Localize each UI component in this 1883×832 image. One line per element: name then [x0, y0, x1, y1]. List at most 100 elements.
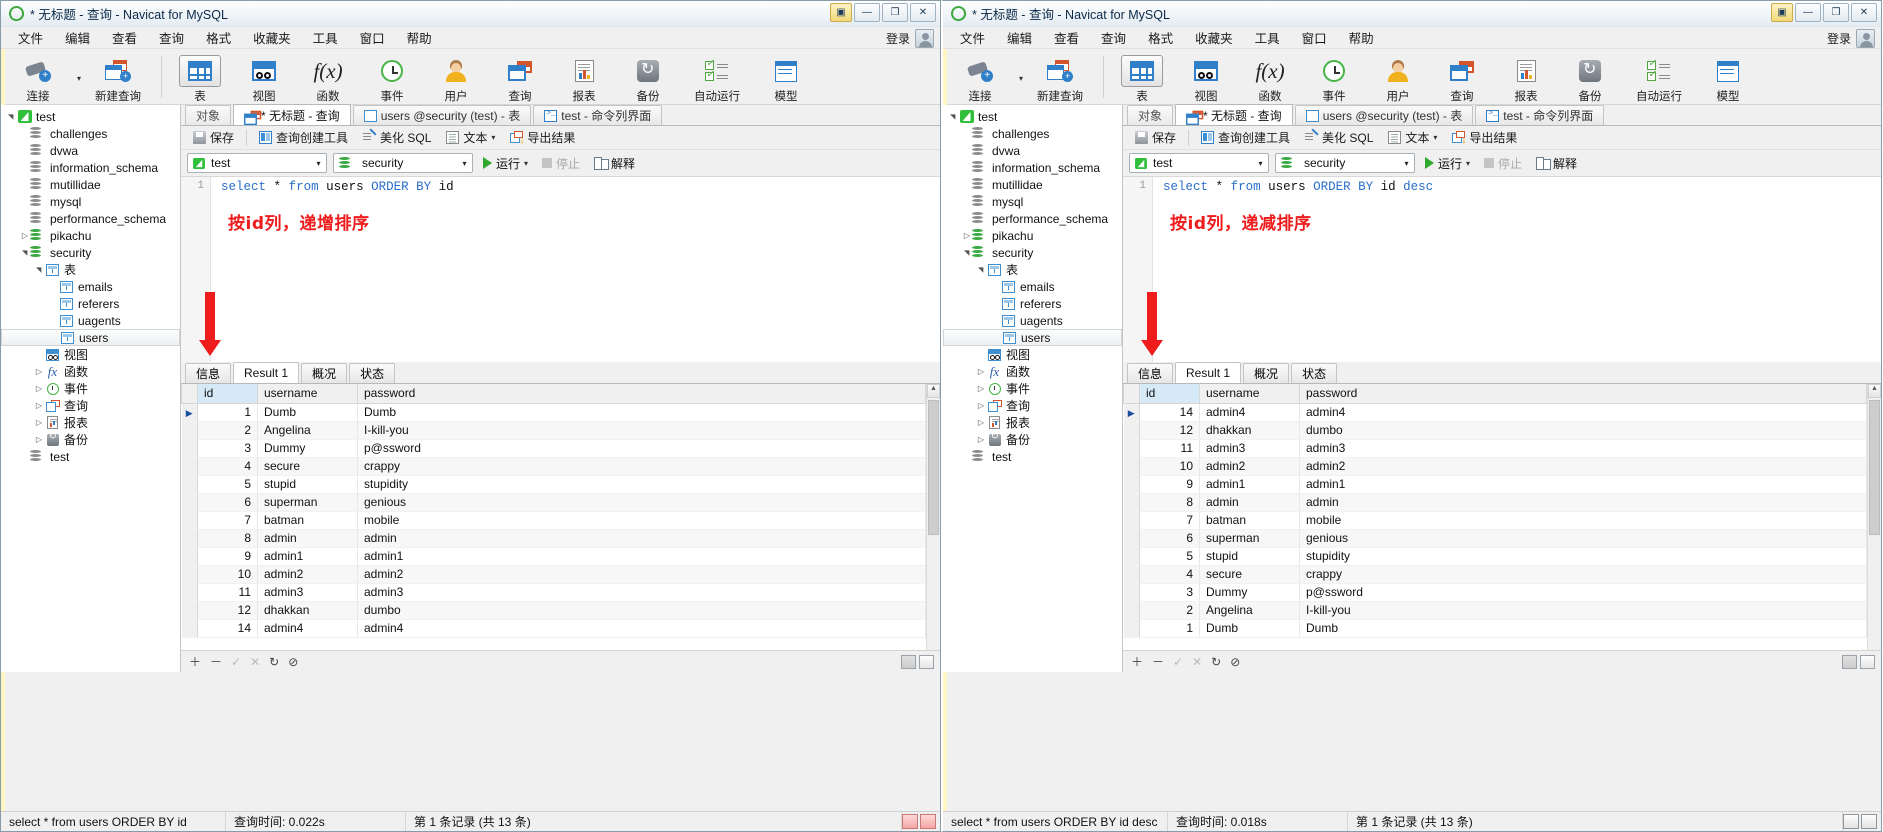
- chevron-down-icon[interactable]: ▾: [491, 133, 495, 142]
- cell-id[interactable]: 12: [1139, 421, 1200, 440]
- toolbar-model-button[interactable]: 模型: [1696, 52, 1760, 104]
- cell-password[interactable]: I-kill-you: [1299, 601, 1867, 620]
- query-builder-button[interactable]: 查询创建工具: [253, 127, 354, 148]
- cell-id[interactable]: 1: [197, 403, 258, 422]
- cell-password[interactable]: mobile: [1299, 511, 1867, 530]
- cell-username[interactable]: Angelina: [1199, 601, 1300, 620]
- result-tab-profile[interactable]: 概况: [301, 363, 348, 383]
- grid-header-password[interactable]: password: [1299, 384, 1867, 404]
- sidebar-item-information_schema[interactable]: information_schema: [943, 159, 1122, 176]
- tab-object[interactable]: 对象: [1127, 105, 1174, 125]
- table-row[interactable]: 6 superman genious: [181, 493, 926, 512]
- expander-closed-icon[interactable]: [33, 435, 45, 444]
- vertical-scrollbar[interactable]: ▲: [926, 384, 940, 650]
- sidebar-item-challenges[interactable]: challenges: [943, 125, 1122, 142]
- cell-username[interactable]: admin2: [1199, 457, 1300, 476]
- export-result-button[interactable]: ↓ 导出结果: [1446, 127, 1523, 148]
- result-tab-result1[interactable]: Result 1: [1175, 362, 1242, 383]
- navigation-sidebar[interactable]: test challenges dvwa information_schemamuti…: [1, 105, 181, 672]
- cell-username[interactable]: Dumb: [1199, 619, 1300, 638]
- sidebar-item-mysql[interactable]: mysql: [943, 193, 1122, 210]
- menu-item-format[interactable]: 格式: [195, 26, 242, 49]
- sidebar-item-[interactable]: 备份: [1, 431, 180, 448]
- scrollbar-thumb[interactable]: [928, 400, 939, 535]
- result-grid-right[interactable]: id username password ▶ 14 admin4 admin4 12 dhakk…: [1123, 384, 1867, 638]
- result-tab-status[interactable]: 状态: [1291, 363, 1338, 383]
- cell-password[interactable]: mobile: [357, 511, 926, 530]
- sql-editor-left[interactable]: 1 select * from users ORDER BY id 按id列，递…: [181, 176, 940, 362]
- menu-item-favorites[interactable]: 收藏夹: [242, 26, 302, 49]
- sidebar-item-[interactable]: 表: [943, 261, 1122, 278]
- menu-item-query[interactable]: 查询: [148, 26, 195, 49]
- toolbar-backup-button[interactable]: 备份: [616, 52, 680, 104]
- result-grid-wrapper[interactable]: id username password ▶ 1 Dumb Dumb 2 Angelina I-k…: [181, 384, 940, 650]
- export-result-button[interactable]: ↓ 导出结果: [504, 127, 581, 148]
- tab-object[interactable]: 对象: [185, 105, 232, 125]
- chevron-down-icon[interactable]: ▾: [457, 154, 472, 172]
- cell-username[interactable]: admin4: [257, 619, 358, 638]
- form-view-button[interactable]: [919, 654, 934, 669]
- cell-id[interactable]: 4: [1139, 565, 1200, 584]
- cell-password[interactable]: genious: [357, 493, 926, 512]
- menu-item-edit[interactable]: 编辑: [54, 26, 101, 49]
- result-grid-left[interactable]: id username password ▶ 1 Dumb Dumb 2 Angelina I-k…: [181, 384, 926, 638]
- result-tab-info[interactable]: 信息: [1127, 363, 1174, 383]
- form-view-button[interactable]: [1860, 654, 1875, 669]
- table-row[interactable]: 10 admin2 admin2: [181, 565, 926, 584]
- cell-password[interactable]: admin3: [1299, 439, 1867, 458]
- connection-select[interactable]: test ▾: [1129, 153, 1269, 173]
- sidebar-item-challenges[interactable]: challenges: [1, 125, 180, 142]
- cell-id[interactable]: 10: [197, 565, 258, 584]
- sidebar-item-mysql[interactable]: mysql: [1, 193, 180, 210]
- cell-id[interactable]: 12: [197, 601, 258, 620]
- expander-open-icon[interactable]: [947, 112, 959, 121]
- sidebar-item-[interactable]: 视图: [1, 346, 180, 363]
- sidebar-item-referers[interactable]: referers: [1, 295, 180, 312]
- toolbar-model-button[interactable]: 模型: [754, 52, 818, 104]
- menu-item-favorites[interactable]: 收藏夹: [1184, 26, 1244, 49]
- cell-username[interactable]: admin3: [1199, 439, 1300, 458]
- sql-code[interactable]: select * from users ORDER BY id desc: [1163, 180, 1433, 194]
- result-grid-wrapper[interactable]: id username password ▶ 14 admin4 admin4 12 dhakk…: [1123, 384, 1881, 650]
- cell-username[interactable]: Angelina: [257, 421, 358, 440]
- cell-password[interactable]: admin1: [357, 547, 926, 566]
- avatar[interactable]: [915, 28, 934, 48]
- explain-button[interactable]: 解释: [1532, 153, 1581, 174]
- cell-id[interactable]: 2: [197, 421, 258, 440]
- cell-id[interactable]: 7: [197, 511, 258, 530]
- cell-password[interactable]: admin4: [357, 619, 926, 638]
- sidebar-item-uagents[interactable]: uagents: [943, 312, 1122, 329]
- expander-closed-icon[interactable]: [975, 435, 987, 444]
- toolbar-view-button[interactable]: 视图: [232, 52, 296, 104]
- sidebar-item-[interactable]: 视图: [943, 346, 1122, 363]
- cell-username[interactable]: Dummy: [1199, 583, 1300, 602]
- grid-header-username[interactable]: username: [257, 384, 358, 404]
- login-label[interactable]: 登录: [886, 30, 910, 47]
- pin-button[interactable]: ▣: [1771, 3, 1793, 22]
- expander-open-icon[interactable]: [5, 112, 17, 121]
- cell-username[interactable]: admin3: [257, 583, 358, 602]
- table-row[interactable]: 9 admin1 admin1: [181, 547, 926, 566]
- add-record-icon[interactable]: ＋: [189, 653, 201, 670]
- sidebar-item-referers[interactable]: referers: [943, 295, 1122, 312]
- table-row[interactable]: 11 admin3 admin3: [1123, 439, 1867, 458]
- grid-view-button[interactable]: [1842, 654, 1857, 669]
- sidebar-item-[interactable]: 报表: [943, 414, 1122, 431]
- sql-editor-right[interactable]: 1 select * from users ORDER BY id desc 按…: [1123, 176, 1881, 362]
- avatar[interactable]: [1856, 28, 1875, 48]
- sidebar-item-mutillidae[interactable]: mutillidae: [943, 176, 1122, 193]
- sidebar-item-performance_schema[interactable]: performance_schema: [1, 210, 180, 227]
- connection-select[interactable]: test ▾: [187, 153, 327, 173]
- toolbar-new-query-button[interactable]: + 新建查询: [1023, 52, 1097, 104]
- chevron-down-icon[interactable]: ▾: [524, 159, 528, 168]
- expander-closed-icon[interactable]: [975, 401, 987, 410]
- table-row[interactable]: 5 stupid stupidity: [1123, 547, 1867, 566]
- beautify-sql-button[interactable]: 美化 SQL: [1299, 127, 1379, 148]
- cell-username[interactable]: batman: [257, 511, 358, 530]
- cell-username[interactable]: admin4: [1199, 403, 1300, 422]
- chevron-down-icon[interactable]: ▾: [1466, 159, 1470, 168]
- login-area[interactable]: 登录: [1827, 27, 1875, 49]
- cell-username[interactable]: Dummy: [257, 439, 358, 458]
- maximize-button[interactable]: ❐: [882, 3, 908, 22]
- cell-username[interactable]: batman: [1199, 511, 1300, 530]
